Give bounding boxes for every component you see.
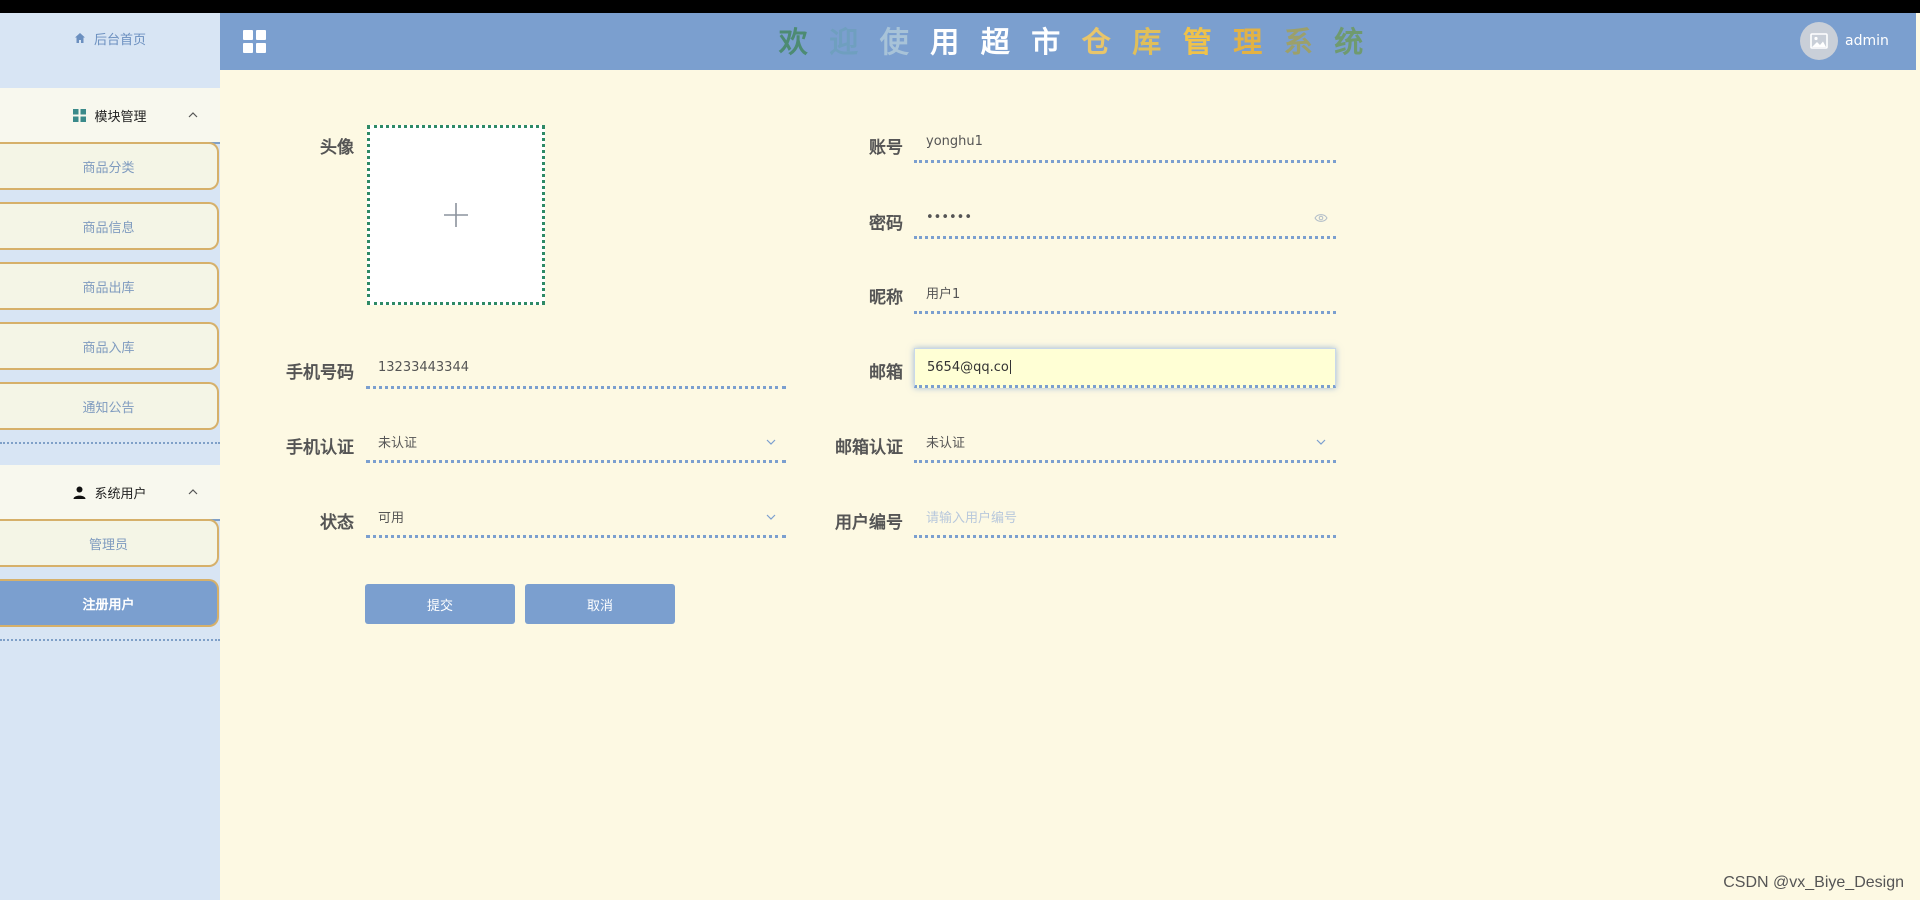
chevron-down-icon (766, 439, 776, 445)
title-char: 理 (1233, 25, 1263, 59)
page-title: 欢迎使用超市仓库管理系统 (768, 22, 1374, 62)
title-char: 统 (1334, 25, 1364, 59)
chevron-up-icon (188, 112, 198, 118)
user-no-label: 用户编号 (835, 513, 903, 533)
phone-verify-label: 手机认证 (286, 438, 354, 458)
email-verify-value: 未认证 (926, 436, 966, 451)
nickname-label: 昵称 (869, 288, 903, 308)
sidebar-item-label: 注册用户 (82, 597, 135, 613)
title-char: 超 (980, 25, 1010, 59)
avatar-uploader[interactable] (367, 125, 545, 305)
title-char: 仓 (1081, 25, 1111, 59)
email-value: 5654@qq.co (927, 359, 1009, 375)
password-value: •••••• (926, 210, 973, 225)
chevron-up-icon (188, 489, 198, 495)
status-label: 状态 (320, 513, 354, 533)
sidebar-item-label: 商品入库 (82, 340, 135, 356)
submit-button[interactable]: 提交 (365, 584, 515, 624)
title-char: 市 (1031, 25, 1061, 59)
username[interactable]: admin (1845, 33, 1889, 49)
sidebar-item-label: 通知公告 (82, 400, 135, 416)
menu-toggle-icon[interactable] (243, 30, 267, 54)
title-char: 用 (930, 25, 960, 59)
sidebar-item-admin[interactable]: 管理员 (0, 519, 219, 567)
email-input[interactable]: 5654@qq.co (914, 348, 1336, 388)
phone-input[interactable]: 13233443344 (366, 349, 786, 389)
sidebar-item-label: 商品信息 (82, 220, 135, 236)
sidebar-group-label: 系统用户 (94, 486, 147, 502)
divider (0, 639, 220, 641)
plus-icon (444, 203, 468, 227)
sidebar-item-label: 商品分类 (82, 160, 135, 176)
phone-verify-select[interactable]: 未认证 (366, 423, 786, 463)
account-value: yonghu1 (926, 134, 983, 149)
title-char: 库 (1132, 25, 1162, 59)
phone-label: 手机号码 (286, 363, 354, 383)
title-char: 使 (879, 25, 909, 59)
sidebar-item-goods-info[interactable]: 商品信息 (0, 202, 219, 250)
nickname-value: 用户1 (926, 287, 961, 302)
account-input[interactable]: yonghu1 (914, 123, 1336, 163)
password-input[interactable]: •••••• (914, 199, 1336, 239)
chevron-down-icon (1316, 439, 1326, 445)
sidebar-item-label: 管理员 (88, 537, 128, 553)
avatar[interactable] (1800, 22, 1838, 60)
sidebar-item-label: 商品出库 (82, 280, 135, 296)
cancel-button[interactable]: 取消 (525, 584, 675, 624)
sidebar-item-category[interactable]: 商品分类 (0, 142, 219, 190)
sidebar-item-registered-users[interactable]: 注册用户 (0, 579, 219, 627)
user-icon (73, 486, 86, 499)
home-icon (74, 33, 85, 43)
sidebar-item-home[interactable]: 后台首页 (0, 13, 220, 63)
status-value: 可用 (378, 511, 405, 526)
email-verify-select[interactable]: 未认证 (914, 423, 1336, 463)
title-char: 管 (1182, 25, 1212, 59)
avatar-label: 头像 (320, 138, 354, 158)
sidebar-group-system-users[interactable]: 系统用户 (0, 465, 220, 521)
text-cursor (1009, 360, 1011, 374)
phone-verify-value: 未认证 (378, 436, 418, 451)
status-select[interactable]: 可用 (366, 498, 786, 538)
email-verify-label: 邮箱认证 (835, 438, 903, 458)
title-char: 系 (1283, 25, 1313, 59)
password-label: 密码 (869, 214, 903, 234)
sidebar-item-label: 后台首页 (93, 32, 146, 48)
sidebar-item-notice[interactable]: 通知公告 (0, 382, 219, 430)
image-icon (1810, 33, 1828, 49)
grid-icon (73, 108, 87, 122)
title-char: 欢 (778, 25, 808, 59)
phone-value: 13233443344 (378, 360, 469, 375)
sidebar-item-goods-out[interactable]: 商品出库 (0, 262, 219, 310)
user-no-input[interactable]: 请输入用户编号 (914, 498, 1336, 538)
eye-icon[interactable] (1314, 213, 1328, 223)
user-no-placeholder: 请输入用户编号 (926, 511, 1018, 526)
nickname-input[interactable]: 用户1 (914, 274, 1336, 314)
sidebar-group-label: 模块管理 (94, 109, 147, 125)
app-window: 后台首页 模块管理 商品分类 商品信息 商品出库 商品入库 通知公告 系统用户 … (0, 13, 1920, 900)
top-header: 欢迎使用超市仓库管理系统 admin (220, 13, 1916, 70)
account-label: 账号 (869, 138, 903, 158)
title-char: 迎 (829, 25, 859, 59)
sidebar-item-goods-in[interactable]: 商品入库 (0, 322, 219, 370)
email-label: 邮箱 (869, 363, 903, 383)
sidebar: 后台首页 模块管理 商品分类 商品信息 商品出库 商品入库 通知公告 系统用户 … (0, 13, 220, 900)
watermark: CSDN @vx_Biye_Design (1723, 874, 1904, 891)
chevron-down-icon (766, 514, 776, 520)
divider (0, 442, 220, 444)
sidebar-group-modules[interactable]: 模块管理 (0, 88, 220, 144)
